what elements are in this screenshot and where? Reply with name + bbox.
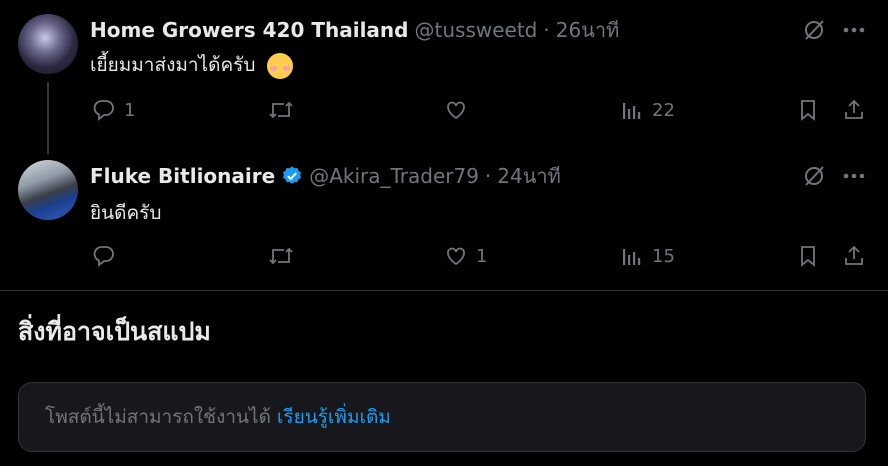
- tweet-header: Home Growers 420 Thailand @tussweetd · 2…: [90, 16, 619, 44]
- retweet-icon: [269, 247, 293, 265]
- grok-icon[interactable]: [800, 162, 828, 190]
- more-options-icon[interactable]: [840, 162, 868, 190]
- verified-badge-icon[interactable]: [281, 165, 303, 187]
- share-button[interactable]: [842, 244, 866, 268]
- author-handle[interactable]: @Akira_Trader79: [309, 164, 479, 188]
- tweet-text: ยินดีครับ: [90, 202, 162, 224]
- separator-dot: ·: [484, 164, 492, 188]
- views-count: 15: [652, 245, 675, 267]
- reply-button[interactable]: [92, 244, 124, 268]
- author-name[interactable]: Home Growers 420 Thailand: [90, 18, 409, 42]
- heart-icon: [447, 247, 465, 266]
- author-handle[interactable]: @tussweetd: [415, 18, 538, 42]
- separator-dot: ·: [543, 18, 550, 42]
- tweet-header: Fluke Bitlionaire @Akira_Trader79 · 24นา…: [90, 162, 561, 190]
- share-icon: [845, 99, 863, 119]
- kissing-face-emoji-icon: [267, 52, 294, 79]
- retweet-button[interactable]: [268, 98, 302, 122]
- tweet-time[interactable]: 26นาที: [556, 14, 620, 46]
- views-button[interactable]: 22: [620, 98, 675, 122]
- unavailable-post-notice: โพสต์นี้ไม่สามารถใช้งานได้ เรียนรู้เพิ่ม…: [18, 382, 866, 452]
- bookmark-icon: [801, 246, 815, 267]
- section-divider: [0, 290, 888, 291]
- bookmark-button[interactable]: [796, 98, 820, 122]
- like-button[interactable]: [444, 98, 476, 122]
- more-options-icon[interactable]: [840, 16, 868, 44]
- like-button[interactable]: 1: [444, 244, 487, 268]
- tweet[interactable]: Home Growers 420 Thailand @tussweetd · 2…: [0, 0, 888, 154]
- tweet-text: เยี้ยมมาส่งมาได้ครับ: [90, 50, 294, 80]
- avatar[interactable]: [18, 14, 78, 74]
- like-count: 1: [476, 245, 488, 267]
- author-name[interactable]: Fluke Bitlionaire: [90, 164, 275, 188]
- spam-section-title: สิ่งที่อาจเป็นสแปม: [18, 317, 211, 346]
- notice-text: โพสต์นี้ไม่สามารถใช้งานได้: [45, 406, 271, 428]
- bookmark-button[interactable]: [796, 244, 820, 268]
- tweet-text-content: เยี้ยมมาส่งมาได้ครับ: [90, 54, 256, 76]
- reply-count: 1: [124, 99, 136, 121]
- avatar[interactable]: [18, 160, 78, 220]
- views-count: 22: [652, 99, 675, 121]
- tweet[interactable]: Fluke Bitlionaire @Akira_Trader79 · 24นา…: [0, 146, 888, 290]
- retweet-button[interactable]: [268, 244, 302, 268]
- reply-button[interactable]: 1: [92, 98, 135, 122]
- share-button[interactable]: [842, 98, 866, 122]
- bookmark-icon: [801, 100, 815, 121]
- grok-icon[interactable]: [800, 16, 828, 44]
- thread-connector-line: [47, 82, 49, 154]
- learn-more-link[interactable]: เรียนรู้เพิ่มเติม: [277, 402, 391, 432]
- reply-icon: [93, 100, 114, 121]
- share-icon: [845, 245, 863, 265]
- reply-icon: [93, 246, 114, 267]
- heart-icon: [447, 101, 465, 120]
- views-chart-icon: [623, 103, 641, 119]
- tweet-time[interactable]: 24นาที: [497, 160, 561, 192]
- views-chart-icon: [623, 249, 641, 265]
- retweet-icon: [269, 101, 293, 119]
- views-button[interactable]: 15: [620, 244, 675, 268]
